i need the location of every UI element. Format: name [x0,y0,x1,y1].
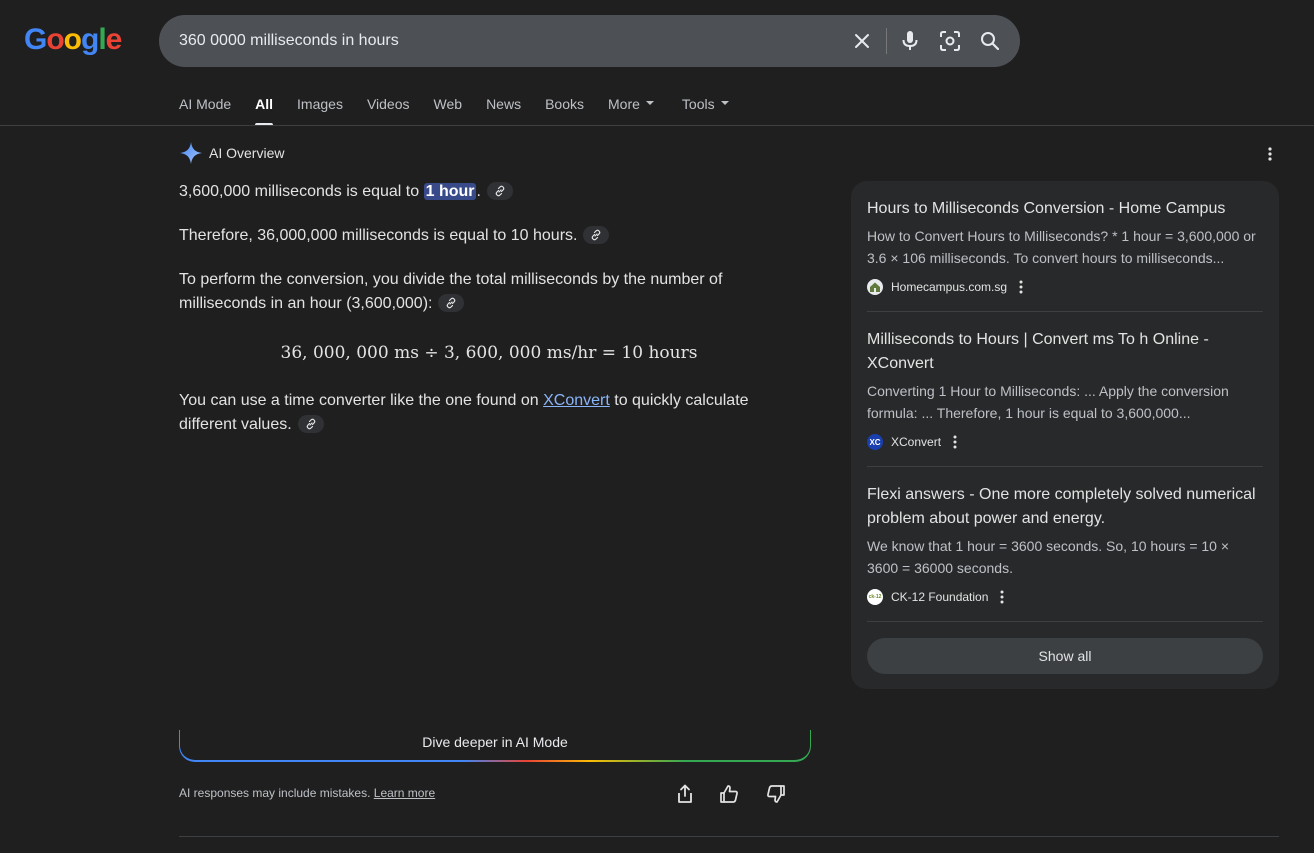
xconvert-favicon-icon: XC [867,434,883,450]
sources-panel: Hours to Milliseconds Conversion - Home … [851,181,1279,689]
source-snippet: Converting 1 Hour to Milliseconds: ... A… [867,383,1229,421]
source-card[interactable]: Flexi answers - One more completely solv… [867,483,1263,607]
results-divider [179,836,1279,837]
source-more-icon[interactable] [1019,280,1023,294]
google-logo[interactable]: Google [24,24,122,56]
tab-ai-mode[interactable]: AI Mode [179,92,231,126]
clear-icon[interactable] [850,29,874,53]
source-divider [867,311,1263,312]
search-bar [159,15,1020,67]
source-divider [867,466,1263,467]
source-title[interactable]: Milliseconds to Hours | Convert ms To h … [867,328,1263,376]
caret-down-icon [720,101,729,106]
conversion-formula: 36, 000, 000 ms ÷ 3, 600, 000 ms/hr = 10… [280,343,698,363]
dive-deeper-container: Dive deeper in AI Mode [179,730,811,762]
source-more-icon[interactable] [953,435,957,449]
dive-deeper-button[interactable]: Dive deeper in AI Mode [179,730,811,762]
show-all-button[interactable]: Show all [867,638,1263,674]
tab-more[interactable]: More [608,92,654,126]
search-divider [886,28,887,54]
citation-link-icon[interactable] [486,181,513,200]
source-divider [867,621,1263,622]
source-site: Homecampus.com.sg [891,280,1008,294]
thumbs-up-icon[interactable] [717,782,741,806]
source-meta: ck-12 CK-12 Foundation [867,587,1263,607]
source-site: XConvert [891,435,942,449]
ai-overview-title: AI Overview [209,145,285,161]
tab-all[interactable]: All [255,92,273,126]
gemini-sparkle-icon [180,142,202,164]
ai-disclaimer: AI responses may include mistakes. Learn… [179,786,436,800]
source-title[interactable]: Hours to Milliseconds Conversion - Home … [867,197,1263,221]
tab-tools[interactable]: Tools [682,92,729,126]
more-options-icon[interactable] [1258,142,1282,166]
tab-web[interactable]: Web [434,92,463,126]
citation-link-icon[interactable] [297,414,324,433]
ai-overview-header: AI Overview [179,140,284,166]
caret-down-icon [645,101,654,106]
source-card[interactable]: Milliseconds to Hours | Convert ms To h … [867,328,1263,452]
microphone-icon[interactable] [898,29,922,53]
answer-paragraph-1: 3,600,000 milliseconds is equal to 1 hou… [179,180,799,204]
tab-videos[interactable]: Videos [367,92,410,126]
share-icon[interactable] [673,782,697,806]
learn-more-link[interactable]: Learn more [374,786,435,800]
citation-link-icon[interactable] [438,293,465,312]
lens-camera-icon[interactable] [938,29,962,53]
thumbs-down-icon[interactable] [764,782,788,806]
xconvert-link[interactable]: XConvert [543,392,610,409]
search-input[interactable] [179,15,829,67]
source-site: CK-12 Foundation [891,590,989,604]
source-card[interactable]: Hours to Milliseconds Conversion - Home … [867,197,1263,297]
search-tabs: AI Mode All Images Videos Web News Books… [179,92,753,126]
citation-link-icon[interactable] [583,225,610,244]
source-title[interactable]: Flexi answers - One more completely solv… [867,483,1263,531]
search-icon[interactable] [978,29,1002,53]
ck12-favicon-icon: ck-12 [867,589,883,605]
header-divider [0,125,1314,126]
source-snippet: We know that 1 hour = 3600 seconds. So, … [867,538,1230,576]
tab-news[interactable]: News [486,92,521,126]
tab-books[interactable]: Books [545,92,584,126]
source-meta: Homecampus.com.sg [867,277,1263,297]
answer-paragraph-3: To perform the conversion, you divide th… [179,271,723,312]
answer-paragraph-2: Therefore, 36,000,000 milliseconds is eq… [179,224,799,248]
homecampus-favicon-icon [867,279,883,295]
answer-highlight: 1 hour [423,183,477,200]
source-meta: XC XConvert [867,432,1263,452]
answer-paragraph-4: You can use a time converter like the on… [179,392,749,433]
tab-images[interactable]: Images [297,92,343,126]
source-more-icon[interactable] [1000,590,1004,604]
source-snippet: How to Convert Hours to Milliseconds? * … [867,228,1256,266]
